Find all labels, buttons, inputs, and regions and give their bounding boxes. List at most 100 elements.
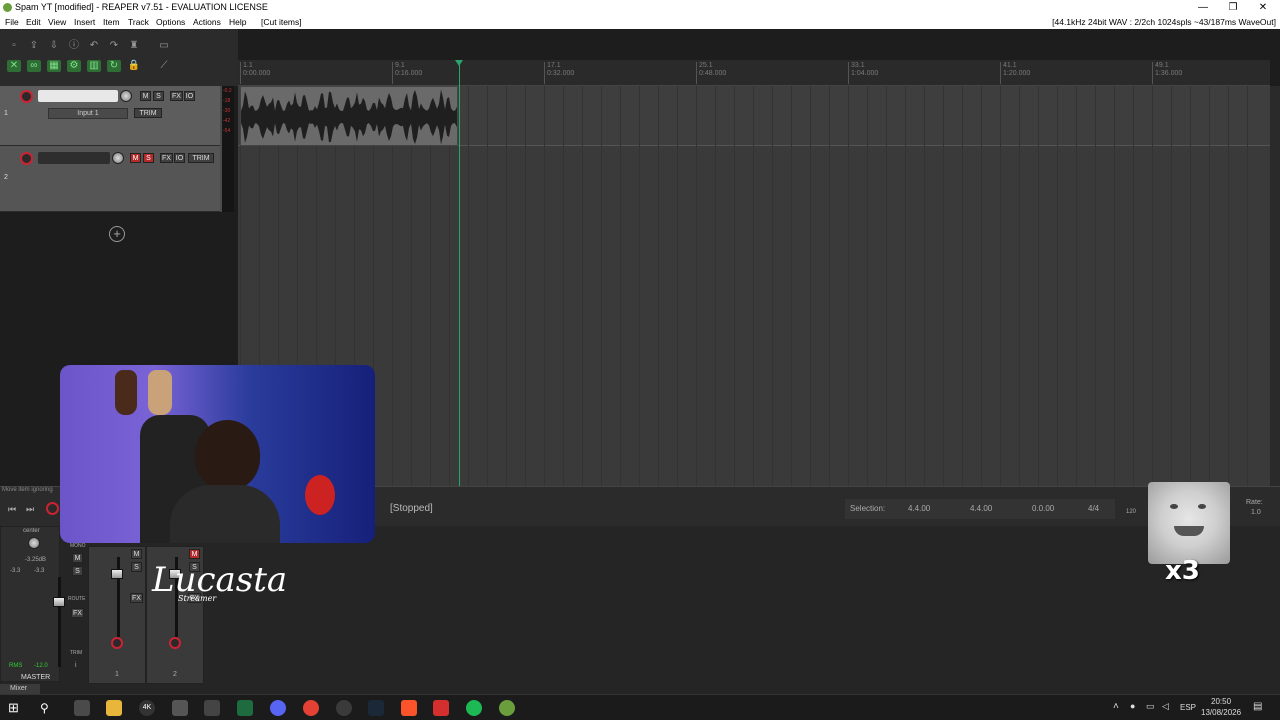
tray-chevron-icon[interactable]: ˄ [1113, 701, 1119, 712]
microphone-tray-icon[interactable]: ● [1130, 701, 1135, 711]
save-project-icon[interactable]: ⇩ [47, 40, 61, 52]
track-name-field[interactable] [38, 152, 110, 164]
go-end-icon[interactable]: ⏭ [26, 504, 34, 515]
vertical-scrollbar[interactable] [1270, 86, 1280, 486]
channel-solo-button[interactable]: S [131, 562, 142, 572]
mute-button[interactable]: M [140, 91, 151, 101]
channel-fx-button[interactable]: FX [130, 593, 143, 603]
tempo-value[interactable]: 120 [1126, 509, 1136, 515]
notifications-icon[interactable]: ▤ [1253, 701, 1262, 712]
free-item-positioning-icon[interactable]: ⟋ [157, 60, 171, 72]
selection-length[interactable]: 0.0.00 [1032, 504, 1054, 513]
steam-icon[interactable] [368, 700, 384, 716]
transport-record-button[interactable] [46, 502, 59, 515]
menu-item[interactable]: Item [103, 15, 120, 29]
route-label[interactable]: ROUTE [68, 596, 86, 602]
volume-icon[interactable]: ◁ [1162, 701, 1169, 712]
auto-crossfade-icon[interactable]: ∞ [27, 60, 41, 72]
channel-mute-button[interactable]: M [131, 549, 142, 559]
metronome-icon[interactable]: ♜ [127, 40, 141, 52]
channel-mute-button[interactable]: M [189, 549, 200, 559]
network-icon[interactable]: ▭ [1146, 701, 1155, 712]
lock-icon[interactable]: 🔒 [127, 60, 141, 72]
solo-button[interactable]: S [153, 91, 164, 101]
mute-button[interactable]: M [130, 153, 141, 163]
add-track-button[interactable]: + [109, 226, 125, 242]
volume-knob[interactable] [112, 152, 124, 164]
close-button[interactable]: ✕ [1248, 0, 1278, 15]
keyboard-app-icon[interactable] [204, 700, 220, 716]
selection-end[interactable]: 4.4.00 [970, 504, 992, 513]
envelope-move-icon[interactable]: ▦ [47, 60, 61, 72]
language-indicator[interactable]: ESP [1180, 703, 1196, 712]
new-project-icon[interactable]: ▫ [7, 40, 21, 52]
channel-record-button[interactable] [111, 637, 123, 649]
clock-date[interactable]: 13/08/2026 [1201, 708, 1241, 717]
brave-icon[interactable] [401, 700, 417, 716]
menu-help[interactable]: Help [229, 15, 246, 29]
trim-button[interactable]: TRIM [134, 108, 162, 118]
record-arm-button[interactable] [20, 152, 33, 165]
windows-start-icon[interactable]: ⊞ [8, 700, 24, 716]
master-fader[interactable] [53, 597, 65, 607]
io-button[interactable]: IO [174, 153, 185, 163]
trim-label[interactable]: TRIM [70, 650, 82, 656]
record-arm-button[interactable] [20, 90, 33, 103]
master-mute-button[interactable]: M [72, 553, 83, 563]
menu-actions[interactable]: Actions [193, 15, 221, 29]
ripple-edit-icon[interactable]: ✕ [7, 60, 21, 72]
track-2-header[interactable]: M S FX IO TRIM 2 [0, 146, 220, 212]
undo-icon[interactable]: ↶ [87, 40, 101, 52]
track-name-field[interactable] [38, 90, 118, 102]
media-item[interactable] [240, 86, 458, 146]
timeline-ruler[interactable]: 1.1 0:00.000 9.1 0:16.000 17.1 0:32.000 25.… [238, 60, 1270, 86]
redo-icon[interactable]: ↷ [107, 40, 121, 52]
loop-icon[interactable]: ↻ [107, 60, 121, 72]
fx-button[interactable]: FX [170, 91, 183, 101]
clock-time[interactable]: 20:50 [1211, 697, 1231, 706]
menu-options[interactable]: Options [156, 15, 185, 29]
spotify-icon[interactable] [466, 700, 482, 716]
time-signature[interactable]: 4/4 [1088, 504, 1099, 513]
search-icon[interactable]: ⚲ [40, 700, 56, 716]
io-button[interactable]: IO [184, 91, 195, 101]
item-grouping-icon[interactable]: ⚙ [67, 60, 81, 72]
master-solo-button[interactable]: S [72, 566, 83, 576]
maximize-button[interactable]: ❐ [1218, 0, 1248, 15]
menu-insert[interactable]: Insert [74, 15, 95, 29]
menu-track[interactable]: Track [128, 15, 149, 29]
master-fx-button[interactable]: FX [71, 608, 84, 618]
volume-knob[interactable] [120, 90, 132, 102]
grid-settings-icon[interactable]: ▭ [157, 40, 171, 52]
fx-button[interactable]: FX [160, 153, 173, 163]
video-app-icon[interactable]: 4K [139, 700, 155, 716]
menu-file[interactable]: File [5, 15, 19, 29]
reaper-taskbar-icon[interactable] [499, 700, 515, 716]
snap-icon[interactable]: ▥ [87, 60, 101, 72]
media-app-icon[interactable] [172, 700, 188, 716]
menu-view[interactable]: View [48, 15, 66, 29]
discord-icon[interactable] [270, 700, 286, 716]
channel-record-button[interactable] [169, 637, 181, 649]
menu-edit[interactable]: Edit [26, 15, 41, 29]
excel-icon[interactable] [237, 700, 253, 716]
mixer-tab[interactable]: Mixer [0, 684, 40, 694]
file-explorer-icon[interactable] [106, 700, 122, 716]
obs-icon[interactable] [336, 700, 352, 716]
solo-button[interactable]: S [143, 153, 154, 163]
master-pan-knob[interactable] [28, 537, 40, 549]
recording-app-icon[interactable] [433, 700, 449, 716]
go-start-icon[interactable]: ⏮ [8, 504, 16, 515]
info-label[interactable]: i [75, 662, 77, 669]
input-select[interactable]: Input 1 [48, 108, 128, 119]
project-settings-icon[interactable]: ⓘ [67, 40, 81, 52]
minimize-button[interactable]: — [1188, 0, 1218, 15]
audio-status[interactable]: [44.1kHz 24bit WAV : 2/2ch 1024spls ~43/… [1052, 15, 1276, 29]
selection-start[interactable]: 4.4.00 [908, 504, 930, 513]
arrange-view[interactable] [238, 86, 1270, 486]
chrome-icon[interactable] [303, 700, 319, 716]
open-project-icon[interactable]: ⇪ [27, 40, 41, 52]
channel-1-fader[interactable] [111, 569, 123, 579]
rate-value[interactable]: 1.0 [1251, 509, 1261, 516]
task-view-icon[interactable] [74, 700, 90, 716]
